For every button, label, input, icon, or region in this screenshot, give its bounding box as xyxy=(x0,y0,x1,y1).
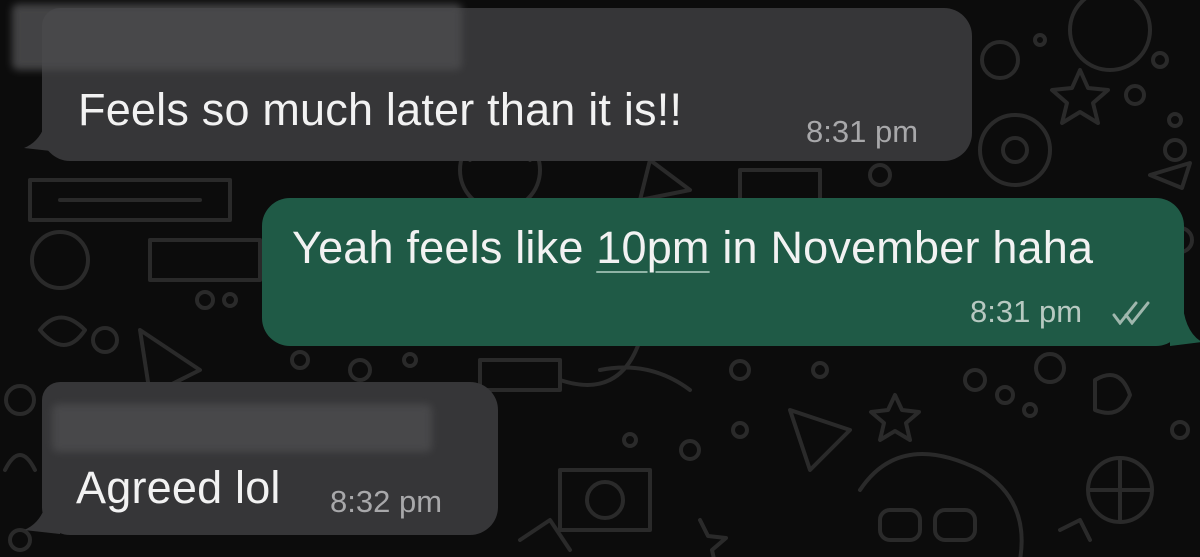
redacted-sender-name xyxy=(12,4,462,70)
message-text-before: Yeah feels like xyxy=(292,222,597,273)
message-text: Feels so much later than it is!! xyxy=(78,84,683,135)
message-text: Agreed lol xyxy=(76,462,281,513)
chat-window: Feels so much later than it is!! 8:31 pm… xyxy=(0,0,1200,557)
message-timestamp: 8:32 pm xyxy=(330,484,443,519)
message-text-after: in November haha xyxy=(709,222,1094,273)
redacted-sender-name xyxy=(52,404,432,452)
message-timestamp: 8:31 pm xyxy=(806,114,919,149)
outgoing-message-bubble[interactable]: Yeah feels like 10pm in November haha 8:… xyxy=(262,198,1184,346)
message-text: Yeah feels like 10pm in November haha xyxy=(292,222,1093,274)
bubble-tail xyxy=(1170,298,1200,346)
message-timestamp: 8:31 pm xyxy=(970,294,1083,329)
incoming-message-bubble[interactable]: Agreed lol 8:32 pm xyxy=(42,382,498,535)
bubble-tail xyxy=(24,112,60,152)
incoming-message-bubble[interactable]: Feels so much later than it is!! 8:31 pm xyxy=(12,4,972,161)
double-check-icon xyxy=(1112,301,1150,325)
detected-date-link[interactable]: 10pm xyxy=(596,222,709,273)
bubble-tail xyxy=(24,494,60,534)
